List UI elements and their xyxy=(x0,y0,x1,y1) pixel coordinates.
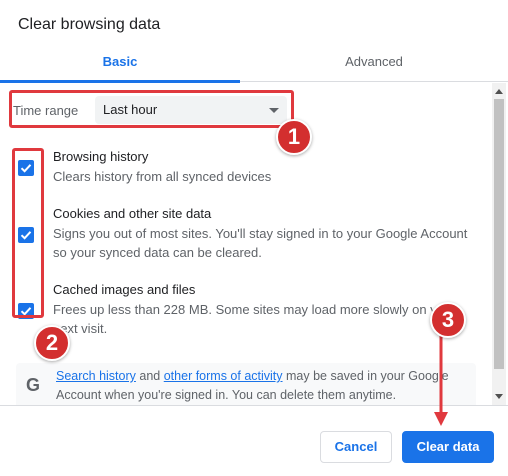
tab-basic[interactable]: Basic xyxy=(0,48,240,83)
cookies-title: Cookies and other site data xyxy=(53,206,212,221)
annotation-box-time-range xyxy=(9,90,294,128)
cache-desc-line1: Frees up less than 228 MB. Some sites ma… xyxy=(53,302,437,317)
annotation-badge-3: 3 xyxy=(430,302,466,338)
search-history-link[interactable]: Search history xyxy=(56,369,136,383)
browsing-history-text: Browsing history Clears history from all… xyxy=(53,147,271,186)
tab-advanced[interactable]: Advanced xyxy=(240,48,508,82)
google-activity-notice: G Search history and other forms of acti… xyxy=(16,363,476,405)
cookies-text: Cookies and other site data Signs you ou… xyxy=(53,204,467,262)
other-activity-link[interactable]: other forms of activity xyxy=(164,369,283,383)
google-notice-text: Search history and other forms of activi… xyxy=(56,367,466,405)
annotation-badge-2: 2 xyxy=(34,325,70,361)
scrollbar[interactable] xyxy=(492,83,506,405)
browsing-history-title: Browsing history xyxy=(53,149,149,164)
cancel-button[interactable]: Cancel xyxy=(320,431,392,463)
browsing-history-desc: Clears history from all synced devices xyxy=(53,169,272,184)
tab-bar: Basic Advanced xyxy=(0,48,508,83)
google-icon: G xyxy=(26,375,41,395)
scrollbar-thumb[interactable] xyxy=(494,99,504,369)
scroll-down-icon[interactable] xyxy=(495,394,503,399)
annotation-badge-1: 1 xyxy=(276,119,312,155)
notice-line1-rest: may be saved in your Google xyxy=(286,369,449,383)
basic-panel: Time range Last hour Browsing history Cl… xyxy=(0,83,492,405)
cookies-desc-line1: Signs you out of most sites. You'll stay… xyxy=(53,226,468,241)
notice-and-text: and xyxy=(139,369,161,383)
cookies-desc-line2: so your synced data can be cleared. xyxy=(53,245,262,260)
cache-desc-line2: next visit. xyxy=(53,321,108,336)
cache-text: Cached images and files Frees up less th… xyxy=(53,280,437,338)
annotation-box-checkboxes xyxy=(12,148,44,318)
scroll-up-icon[interactable] xyxy=(495,89,503,94)
notice-line2: Account when you're signed in. You can d… xyxy=(56,388,397,402)
dialog-title: Clear browsing data xyxy=(18,16,161,33)
cache-title: Cached images and files xyxy=(53,282,196,297)
clear-data-button[interactable]: Clear data xyxy=(402,431,494,463)
annotation-arrow-icon xyxy=(434,334,448,426)
